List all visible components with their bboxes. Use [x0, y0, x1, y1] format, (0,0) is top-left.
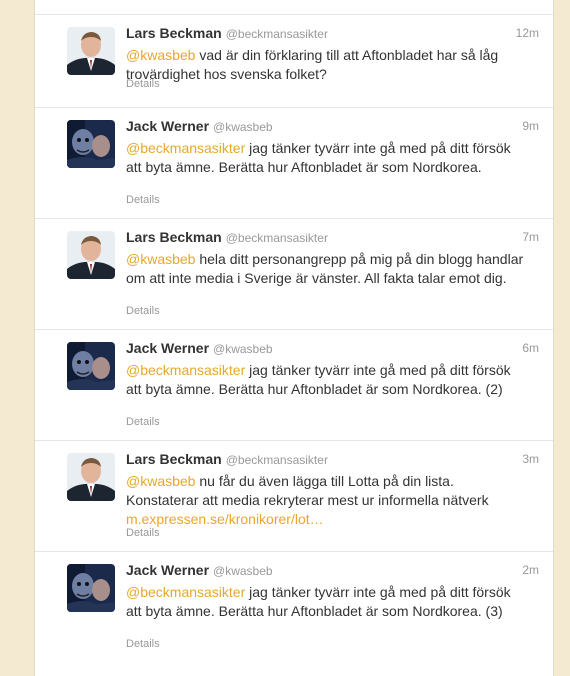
tweet-item[interactable]: Lars Beckman @beckmansasikter 3m @kwasbeb…: [35, 440, 553, 551]
man-in-suit-avatar: [67, 27, 115, 75]
avatar[interactable]: [67, 27, 115, 75]
mention-link[interactable]: @beckmansasikter: [126, 140, 245, 156]
dark-portrait-avatar: [67, 342, 115, 390]
author-name[interactable]: Lars Beckman: [126, 229, 222, 245]
tweet-text: @beckmansasikter jag tänker tyvärr inte …: [126, 361, 526, 399]
details-link[interactable]: Details: [126, 305, 160, 317]
man-in-suit-avatar: [67, 231, 115, 279]
author-name[interactable]: Lars Beckman: [126, 451, 222, 467]
timestamp[interactable]: 2m: [522, 563, 539, 577]
avatar[interactable]: [67, 453, 115, 501]
tweet-item[interactable]: Jack Werner @kwasbeb 2m @beckmansasikter …: [35, 551, 553, 662]
details-link[interactable]: Details: [126, 78, 160, 90]
tweet-item[interactable]: Lars Beckman @beckmansasikter 7m @kwasbeb…: [35, 218, 553, 329]
mention-link[interactable]: @beckmansasikter: [126, 362, 245, 378]
timestamp[interactable]: 6m: [522, 341, 539, 355]
avatar[interactable]: [67, 342, 115, 390]
tweet-text: @kwasbeb nu får du även lägga till Lotta…: [126, 472, 526, 529]
author-handle[interactable]: @beckmansasikter: [226, 453, 328, 467]
tweet-header: Lars Beckman @beckmansasikter 12m: [126, 25, 539, 45]
timestamp[interactable]: 3m: [522, 452, 539, 466]
tweet-text: @kwasbeb vad är din förklaring till att …: [126, 46, 526, 84]
timestamp[interactable]: 9m: [522, 119, 539, 133]
dark-portrait-avatar: [67, 120, 115, 168]
avatar[interactable]: [67, 564, 115, 612]
tweet-header: Lars Beckman @beckmansasikter 7m: [126, 229, 539, 249]
timeline: Lars Beckman @beckmansasikter 12m @kwasbe…: [34, 0, 554, 676]
author-name[interactable]: Jack Werner: [126, 118, 209, 134]
mention-link[interactable]: @kwasbeb: [126, 251, 195, 267]
avatar[interactable]: [67, 120, 115, 168]
man-in-suit-avatar: [67, 453, 115, 501]
author-handle[interactable]: @kwasbeb: [213, 564, 273, 578]
tweet-item[interactable]: Jack Werner @kwasbeb 9m @beckmansasikter …: [35, 107, 553, 218]
tweet-header: Jack Werner @kwasbeb 9m: [126, 118, 539, 138]
details-link[interactable]: Details: [126, 638, 160, 650]
tweet-header: Jack Werner @kwasbeb 6m: [126, 340, 539, 360]
timestamp[interactable]: 7m: [522, 230, 539, 244]
tweet-text: @beckmansasikter jag tänker tyvärr inte …: [126, 139, 526, 177]
author-name[interactable]: Jack Werner: [126, 340, 209, 356]
tweet-text: @kwasbeb hela ditt personangrepp på mig …: [126, 250, 526, 288]
details-link[interactable]: Details: [126, 527, 160, 539]
author-name[interactable]: Jack Werner: [126, 562, 209, 578]
mention-link[interactable]: @kwasbeb: [126, 473, 195, 489]
author-handle[interactable]: @kwasbeb: [213, 120, 273, 134]
author-name[interactable]: Lars Beckman: [126, 25, 222, 41]
tweet-item[interactable]: Jack Werner @kwasbeb 6m @beckmansasikter …: [35, 329, 553, 440]
details-link[interactable]: Details: [126, 416, 160, 428]
url-link[interactable]: m.expressen.se/kronikorer/lot…: [126, 511, 324, 527]
tweet-text: @beckmansasikter jag tänker tyvärr inte …: [126, 583, 526, 621]
tweet-header: Lars Beckman @beckmansasikter 3m: [126, 451, 539, 471]
author-handle[interactable]: @kwasbeb: [213, 342, 273, 356]
avatar[interactable]: [67, 231, 115, 279]
timestamp[interactable]: 12m: [516, 26, 539, 40]
dark-portrait-avatar: [67, 564, 115, 612]
tweet-header: Jack Werner @kwasbeb 2m: [126, 562, 539, 582]
details-link[interactable]: Details: [126, 194, 160, 206]
mention-link[interactable]: @kwasbeb: [126, 47, 195, 63]
author-handle[interactable]: @beckmansasikter: [226, 27, 328, 41]
author-handle[interactable]: @beckmansasikter: [226, 231, 328, 245]
mention-link[interactable]: @beckmansasikter: [126, 584, 245, 600]
